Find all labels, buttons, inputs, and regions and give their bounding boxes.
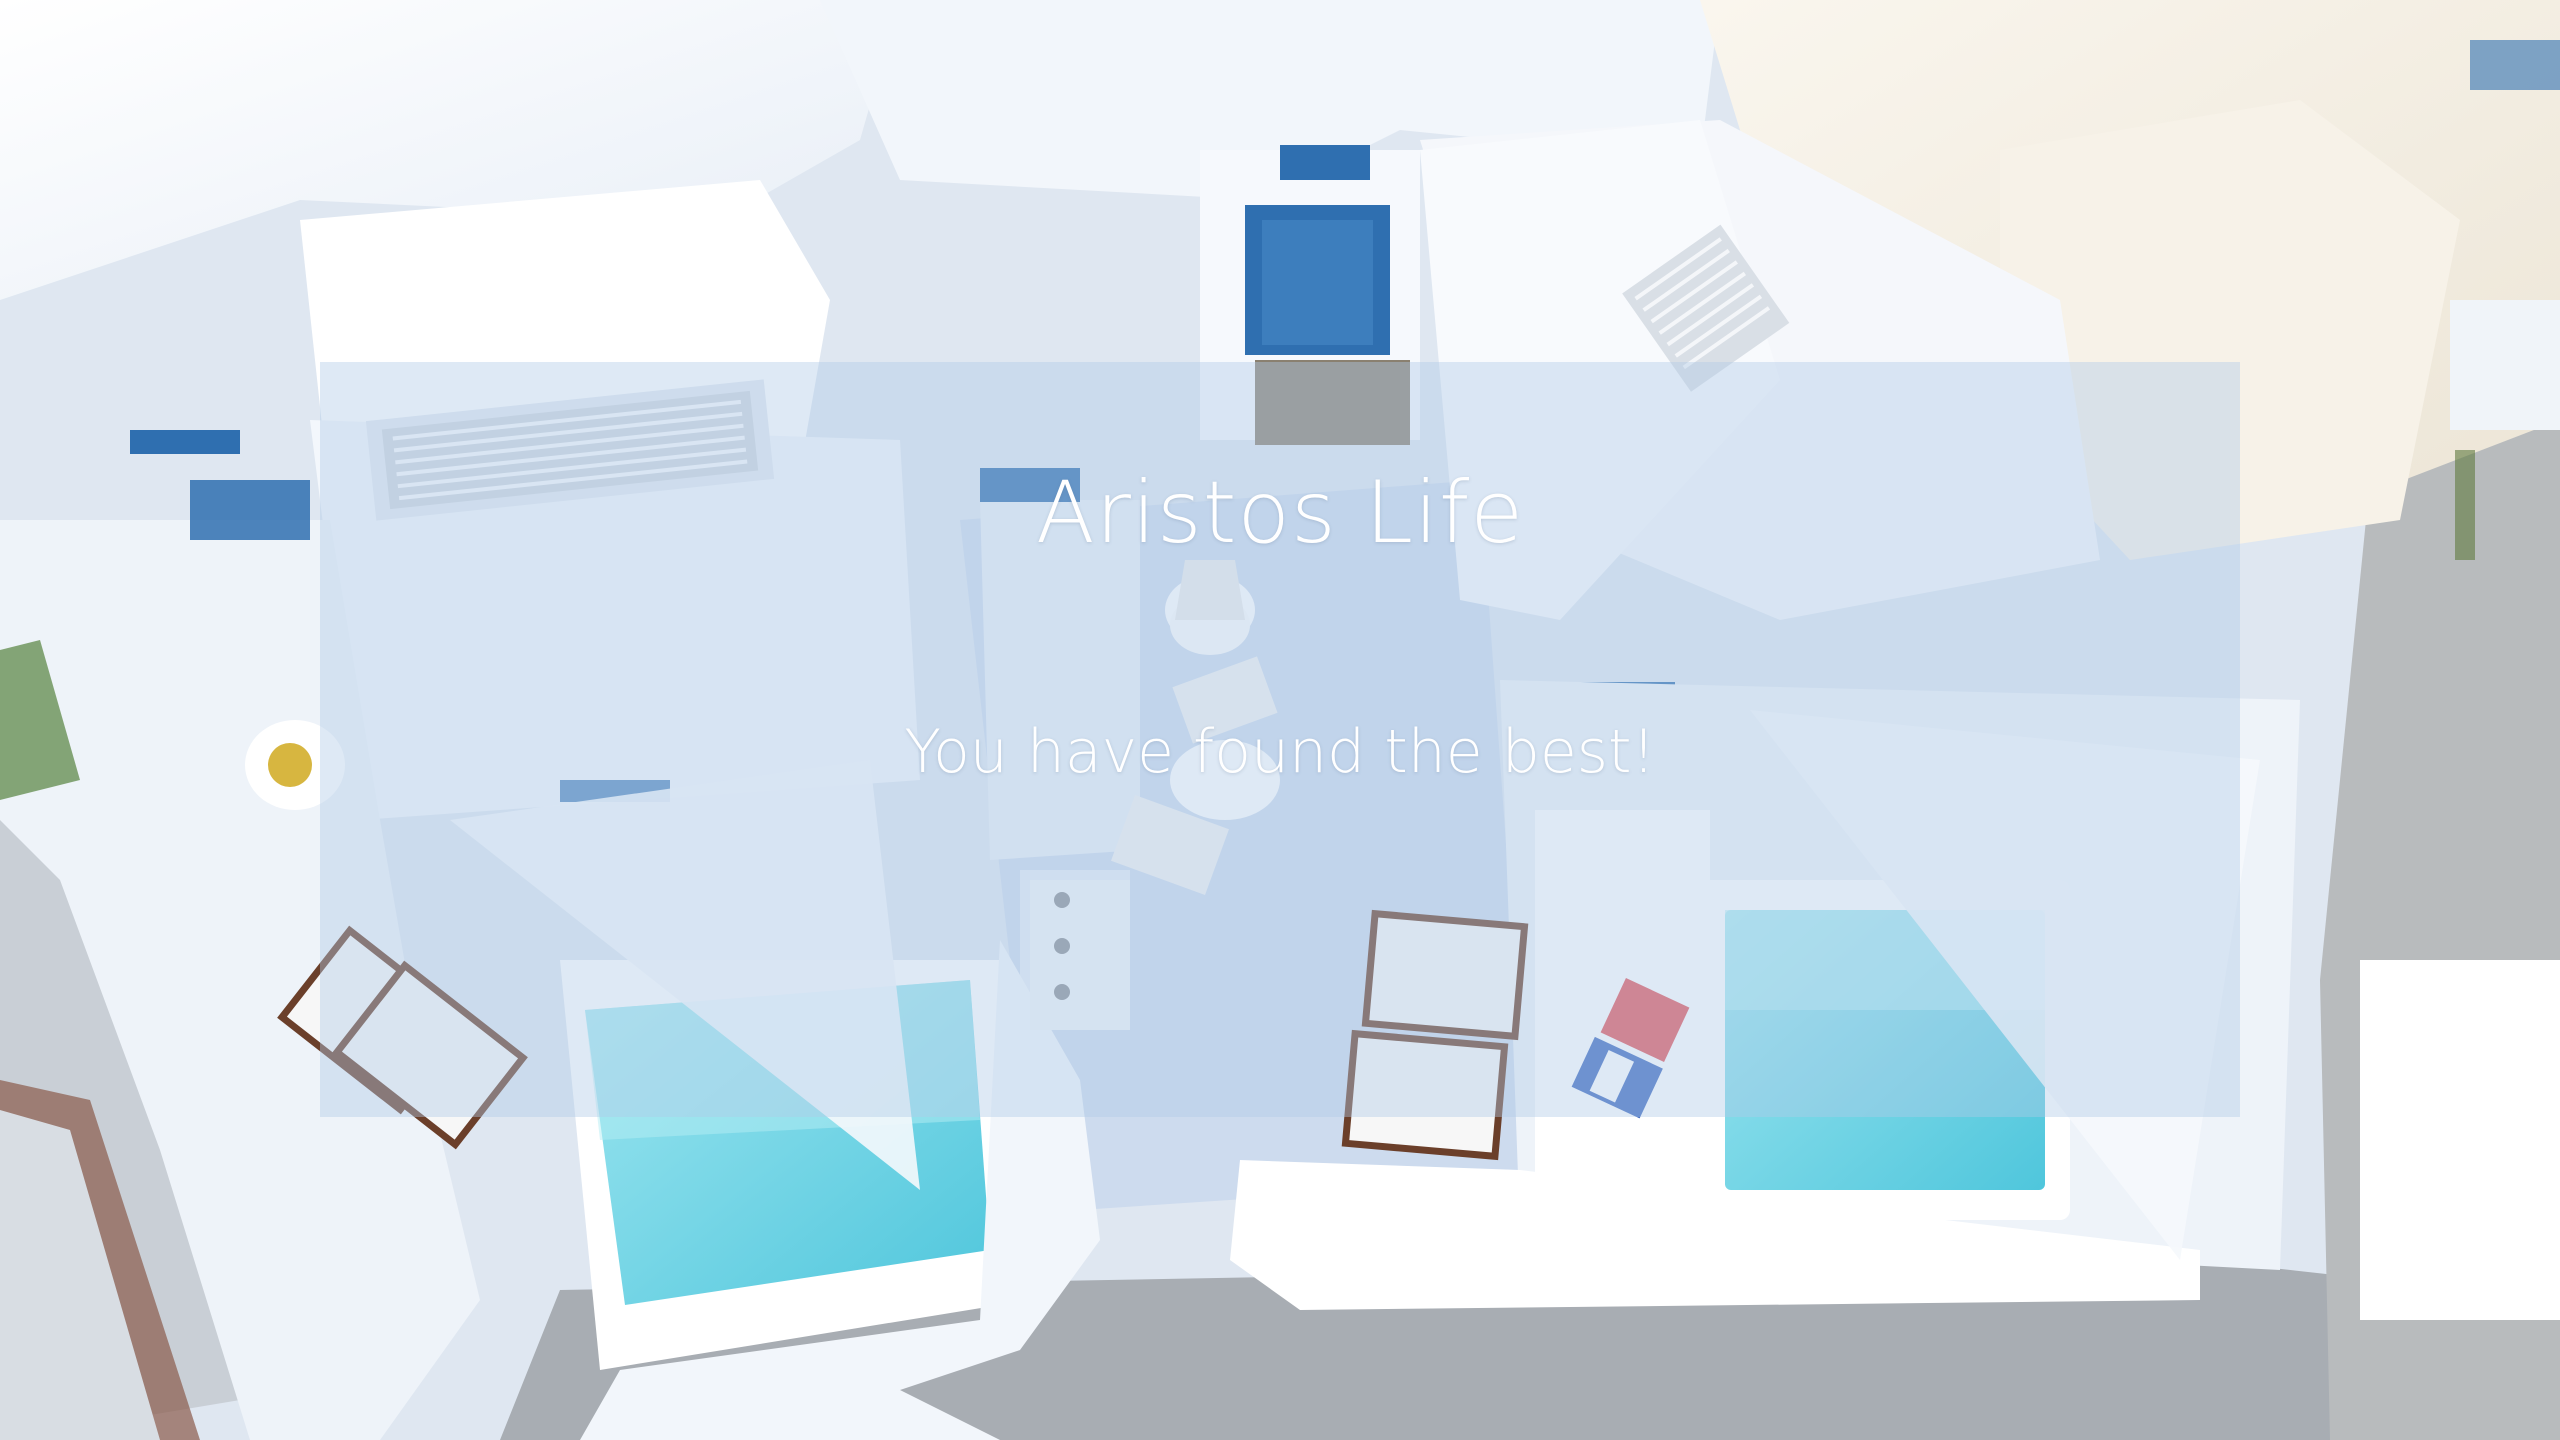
hero-section: Aristos Life You have found the best!	[0, 0, 2560, 1440]
hero-title: Aristos Life	[1035, 463, 1525, 563]
hero-subtitle: You have found the best!	[904, 717, 1656, 787]
